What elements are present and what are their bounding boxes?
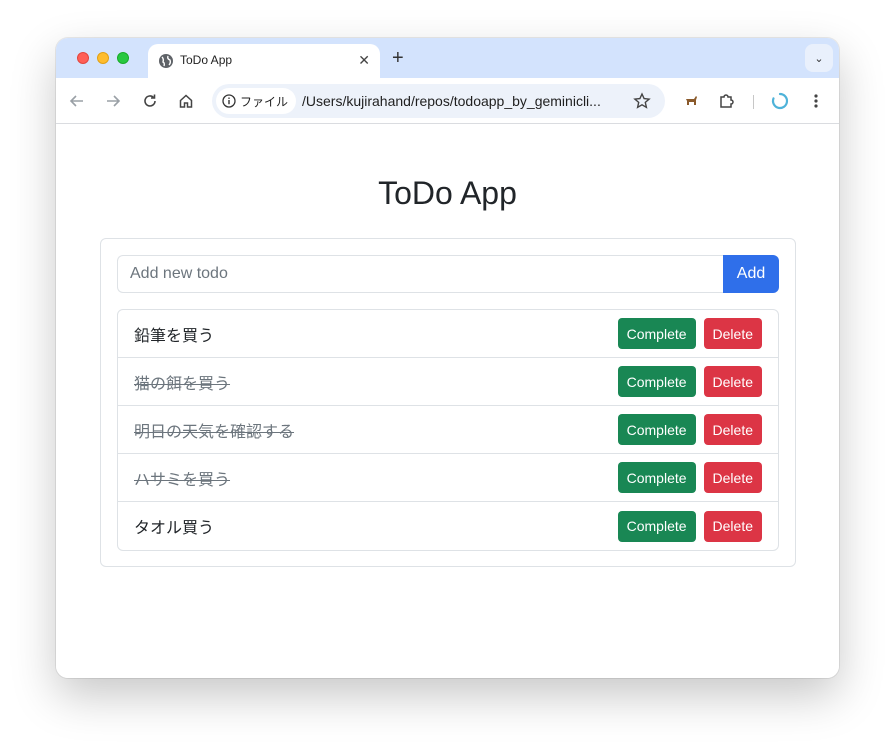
- site-chip-label: ファイル: [240, 94, 289, 109]
- new-tab-button[interactable]: +: [392, 48, 404, 68]
- complete-button[interactable]: Complete: [617, 462, 696, 493]
- browser-window: ToDo App ✕ + ⌄ ファイル /Users/kujirahand/re…: [56, 38, 839, 678]
- add-button[interactable]: Add: [723, 255, 779, 293]
- todo-actions: Complete Delete: [617, 462, 762, 493]
- delete-button[interactable]: Delete: [703, 510, 762, 542]
- complete-button[interactable]: Complete: [617, 510, 696, 542]
- tab-search-chevron-icon[interactable]: ⌄: [805, 44, 833, 72]
- bookmark-star-icon[interactable]: [633, 92, 651, 115]
- todo-item: タオル買う Complete Delete: [118, 502, 778, 550]
- close-window-button[interactable]: [77, 52, 89, 64]
- todo-item: 鉛筆を買う Complete Delete: [118, 310, 778, 358]
- todo-text: 鉛筆を買う: [134, 327, 215, 345]
- todo-actions: Complete Delete: [617, 510, 762, 542]
- new-todo-input[interactable]: [117, 255, 723, 293]
- back-arrow-icon[interactable]: [68, 92, 86, 110]
- delete-button[interactable]: Delete: [703, 366, 762, 397]
- todo-text: 明日の天気を確認する: [134, 423, 295, 441]
- maximize-window-button[interactable]: [117, 52, 129, 64]
- todo-item: ハサミを買う Complete Delete: [118, 454, 778, 502]
- browser-toolbar: ファイル /Users/kujirahand/repos/todoapp_by_…: [56, 78, 839, 124]
- todo-text: ハサミを買う: [134, 471, 231, 489]
- extensions-puzzle-icon[interactable]: [718, 92, 736, 110]
- delete-button[interactable]: Delete: [703, 414, 762, 445]
- home-icon[interactable]: [177, 92, 195, 110]
- tab-todo-app[interactable]: ToDo App ✕: [148, 44, 380, 78]
- site-info-chip[interactable]: ファイル: [216, 88, 297, 114]
- todo-text: 猫の餌を買う: [134, 375, 231, 393]
- complete-button[interactable]: Complete: [617, 318, 696, 349]
- page-content: ToDo App Add 鉛筆を買うCompleteDelete猫の餌を買うCo…: [56, 125, 839, 678]
- todo-text: タオル買う: [134, 520, 215, 537]
- todo-card: Add 鉛筆を買うCompleteDelete猫の餌を買うCompleteDel…: [100, 238, 796, 567]
- loading-spinner-icon[interactable]: [771, 92, 789, 110]
- delete-button[interactable]: Delete: [703, 462, 762, 493]
- complete-button[interactable]: Complete: [617, 414, 696, 445]
- tab-close-icon[interactable]: ✕: [358, 52, 370, 68]
- todo-actions: Complete Delete: [617, 318, 762, 349]
- todo-item: 明日の天気を確認する Complete Delete: [118, 406, 778, 454]
- forward-arrow-icon[interactable]: [104, 92, 122, 110]
- tab-bar: ToDo App ✕ + ⌄: [56, 38, 839, 78]
- tab-title: ToDo App: [180, 53, 233, 67]
- todo-actions: Complete Delete: [617, 414, 762, 445]
- minimize-window-button[interactable]: [97, 52, 109, 64]
- more-menu-icon[interactable]: [807, 92, 825, 110]
- address-bar[interactable]: ファイル /Users/kujirahand/repos/todoapp_by_…: [212, 84, 665, 118]
- globe-icon: [158, 53, 174, 69]
- dog-extension-icon[interactable]: [682, 92, 700, 110]
- add-todo-form: Add: [117, 255, 779, 293]
- toolbar-divider: [753, 95, 754, 109]
- complete-button[interactable]: Complete: [617, 366, 696, 397]
- todo-list: 鉛筆を買う Complete Delete 猫の餌を買う Complete Delete 明…: [117, 309, 779, 551]
- info-icon: [222, 94, 236, 108]
- todo-actions: Complete Delete: [617, 366, 762, 397]
- reload-icon[interactable]: [141, 92, 159, 110]
- url-text[interactable]: /Users/kujirahand/repos/todoapp_by_gemin…: [302, 93, 622, 109]
- delete-button[interactable]: Delete: [703, 318, 762, 349]
- todo-item: 猫の餌を買う Complete Delete: [118, 358, 778, 406]
- page-title: ToDo App: [378, 175, 517, 211]
